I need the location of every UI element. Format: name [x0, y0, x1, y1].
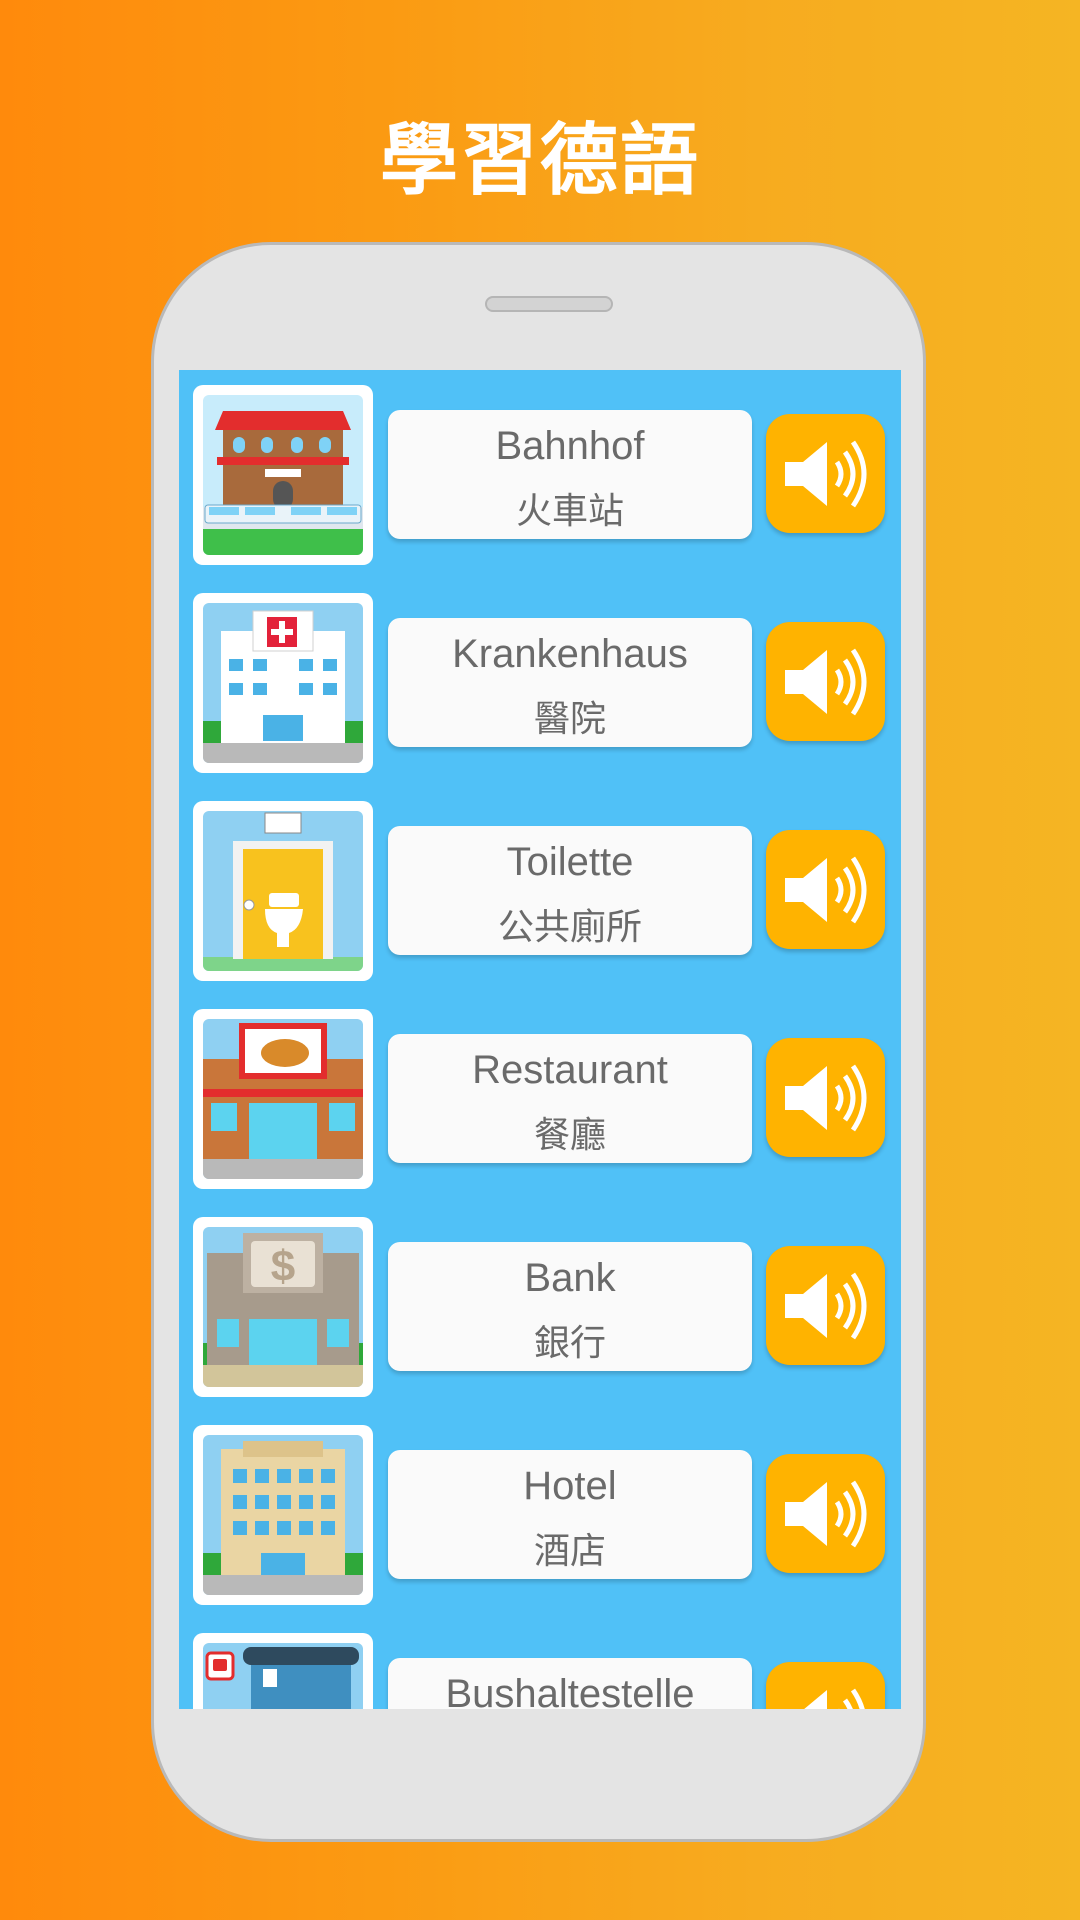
word-card[interactable]: Bahnhof 火車站: [388, 410, 752, 539]
train-station-icon: [193, 385, 373, 565]
word-card[interactable]: Bushaltestelle: [388, 1658, 752, 1709]
bus-stop-icon: [193, 1633, 373, 1709]
german-word: Toilette: [506, 840, 634, 884]
list-item[interactable]: Bushaltestelle: [179, 1633, 898, 1709]
svg-text:$: $: [271, 1242, 295, 1291]
phone-screen[interactable]: Bahnhof 火車站 Krankenhaus 醫院 Toilette 公共廁所…: [179, 370, 901, 1709]
word-card[interactable]: Bank 銀行: [388, 1242, 752, 1371]
german-word: Hotel: [523, 1464, 617, 1508]
play-audio-button[interactable]: [766, 414, 885, 533]
german-word: Bank: [524, 1256, 616, 1300]
list-item[interactable]: Restaurant 餐廳: [179, 1009, 898, 1189]
german-word: Krankenhaus: [452, 632, 688, 676]
word-card[interactable]: Hotel 酒店: [388, 1450, 752, 1579]
play-audio-button[interactable]: [766, 1246, 885, 1365]
phone-speaker-slot: [485, 296, 613, 312]
speaker-icon: [784, 856, 866, 923]
hotel-icon: [193, 1425, 373, 1605]
restaurant-icon: [193, 1009, 373, 1189]
chinese-translation: 銀行: [533, 1323, 606, 1364]
list-item[interactable]: Bahnhof 火車站: [179, 385, 898, 565]
chinese-translation: 醫院: [533, 699, 606, 740]
hospital-icon: [193, 593, 373, 773]
chinese-translation: 公共廁所: [497, 907, 642, 948]
list-item[interactable]: Toilette 公共廁所: [179, 801, 898, 981]
chinese-translation: 火車站: [515, 491, 624, 532]
play-audio-button[interactable]: [766, 1038, 885, 1157]
german-word: Restaurant: [472, 1048, 668, 1092]
list-item[interactable]: $ Bank 銀行: [179, 1217, 898, 1397]
play-audio-button[interactable]: [766, 1662, 885, 1709]
play-audio-button[interactable]: [766, 830, 885, 949]
speaker-icon: [784, 1480, 866, 1547]
speaker-icon: [784, 1064, 866, 1131]
german-word: Bahnhof: [495, 424, 645, 468]
word-card[interactable]: Krankenhaus 醫院: [388, 618, 752, 747]
german-word: Bushaltestelle: [445, 1672, 695, 1709]
word-card[interactable]: Toilette 公共廁所: [388, 826, 752, 955]
speaker-icon: [784, 440, 866, 507]
speaker-icon: [784, 648, 866, 715]
bank-icon: $: [193, 1217, 373, 1397]
play-audio-button[interactable]: [766, 622, 885, 741]
promo-title: 學習德語: [379, 116, 700, 206]
chinese-translation: 餐廳: [533, 1115, 606, 1156]
list-item[interactable]: Hotel 酒店: [179, 1425, 898, 1605]
toilet-icon: [193, 801, 373, 981]
word-card[interactable]: Restaurant 餐廳: [388, 1034, 752, 1163]
speaker-icon: [784, 1272, 866, 1339]
speaker-icon: [803, 1688, 865, 1709]
chinese-translation: 酒店: [533, 1531, 606, 1572]
play-audio-button[interactable]: [766, 1454, 885, 1573]
list-item[interactable]: Krankenhaus 醫院: [179, 593, 898, 773]
